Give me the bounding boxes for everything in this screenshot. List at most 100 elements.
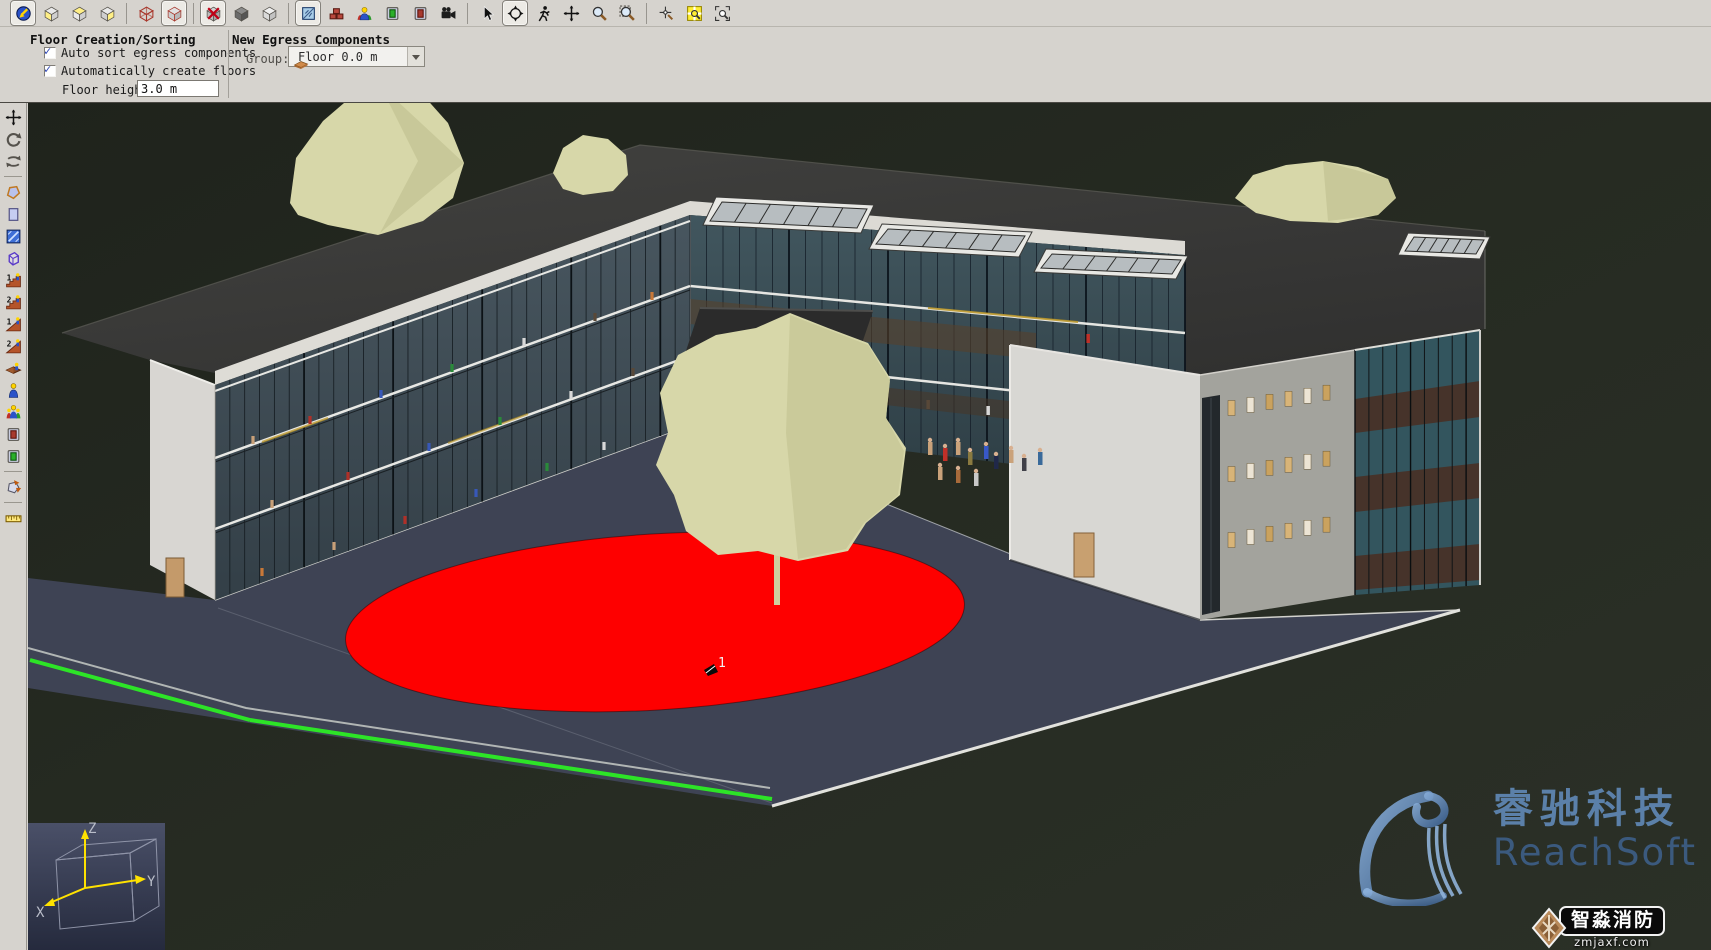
show-glass-button[interactable] [295, 0, 321, 26]
svg-text:1: 1 [6, 273, 11, 282]
wireframe-cube-icon [138, 5, 155, 22]
ramp-one-point-tool-button[interactable]: 1 [2, 313, 25, 335]
pan-view-button [2, 106, 25, 128]
measure-tool-button[interactable] [2, 507, 25, 529]
auto-sort-checkbox[interactable]: Auto sort egress components [44, 46, 256, 60]
toolbar-separator [193, 3, 194, 24]
show-occupants-button[interactable] [351, 0, 377, 26]
viewport-3d[interactable]: 1 [28, 103, 1711, 950]
toolbar-separator [4, 471, 22, 472]
show-doors-button[interactable] [407, 0, 433, 26]
camera-icon [440, 5, 457, 22]
floor-height-input[interactable] [137, 80, 219, 97]
runner-icon [535, 5, 552, 22]
toolbar-separator [646, 3, 647, 24]
axis-y-label: Y [147, 874, 156, 890]
scene-3d: 1 [28, 103, 1711, 950]
zoom-point-button[interactable] [653, 0, 679, 26]
exterior-door [166, 558, 184, 597]
combo-dropdown-arrow[interactable] [407, 47, 424, 66]
axis-x-label: X [36, 905, 45, 921]
top-toolbar [0, 0, 1711, 27]
solid-mode-button[interactable] [161, 0, 187, 26]
ribbon: Floor Creation/Sorting Auto sort egress … [0, 28, 1711, 103]
orbit-icon [507, 5, 524, 22]
occupant-region-icon [5, 360, 22, 377]
marker-label: 1 [718, 656, 726, 671]
ramp-1-icon: 1 [5, 316, 22, 333]
svg-text:2: 2 [6, 295, 11, 304]
group-combobox-value: Floor 0.0 m [298, 50, 377, 64]
show-dark-solid-button[interactable] [228, 0, 254, 26]
view-top-button[interactable] [66, 0, 92, 26]
svg-text:2: 2 [6, 339, 11, 348]
glass-pane-icon [300, 5, 317, 22]
spin-view-button [2, 150, 25, 172]
wireframe-mode-button[interactable] [133, 0, 159, 26]
pan-icon [5, 109, 22, 126]
stairs-one-point-tool-button[interactable]: 1 [2, 269, 25, 291]
polygon-room-tool-button[interactable] [2, 181, 25, 203]
door-tool-button[interactable] [2, 423, 25, 445]
zoom-extents-button[interactable] [709, 0, 735, 26]
show-exit-doors-button[interactable] [379, 0, 405, 26]
vendor-badge: 智淼消防 zmjaxf.com [1531, 906, 1665, 949]
zoom-box-tool-button[interactable] [614, 0, 640, 26]
people-icon [356, 5, 373, 22]
ramp-two-point-tool-button[interactable]: 2 [2, 335, 25, 357]
view-rotate-button[interactable] [10, 0, 36, 26]
rotate-arrow-icon [5, 131, 22, 148]
magnifier-box-icon [619, 5, 636, 22]
door-green-icon [384, 5, 401, 22]
view-front-button[interactable] [38, 0, 64, 26]
person-group-icon [5, 404, 22, 421]
toolbar-separator [4, 176, 22, 177]
pan-icon [563, 5, 580, 22]
thin-room-tool-button[interactable] [2, 225, 25, 247]
zoom-tool-button[interactable] [586, 0, 612, 26]
toolbar-separator [288, 3, 289, 24]
select-arrow-icon [479, 5, 496, 22]
grid-magnifier-yellow-icon [686, 5, 703, 22]
view-side-button[interactable] [94, 0, 120, 26]
auto-sort-checkbox-label: Auto sort egress components [61, 46, 256, 60]
extrude-tool-button[interactable] [2, 247, 25, 269]
auto-sort-checkbox-box[interactable] [44, 47, 56, 59]
show-light-solid-button[interactable] [256, 0, 282, 26]
toolbar-separator [467, 3, 468, 24]
egress-panel-title: New Egress Components [232, 32, 390, 47]
select-tool-button[interactable] [474, 0, 500, 26]
group-combobox[interactable]: Floor 0.0 m [288, 46, 425, 67]
show-obstructions-button[interactable] [323, 0, 349, 26]
walk-tool-button[interactable] [530, 0, 556, 26]
camera-views-button[interactable] [435, 0, 461, 26]
edit-vertices-tool-button[interactable] [2, 476, 25, 498]
exterior-door [1074, 533, 1094, 577]
exit-door-tool-button[interactable] [2, 445, 25, 467]
stairs-two-point-tool-button[interactable]: 2 [2, 291, 25, 313]
ribbon-separator [228, 30, 229, 98]
door-green-icon [5, 448, 22, 465]
vendor-badge-logo-icon [1531, 907, 1567, 949]
rectangle-room-tool-button[interactable] [2, 203, 25, 225]
orbit-tool-button[interactable] [502, 0, 528, 26]
auto-floors-checkbox-box[interactable] [44, 65, 56, 77]
view-rotate-icon [15, 5, 32, 22]
stairs-1-icon: 1 [5, 272, 22, 289]
occupant-region-tool-button[interactable] [2, 357, 25, 379]
door-red-icon [412, 5, 429, 22]
auto-floors-checkbox-label: Automatically create floors [61, 64, 256, 78]
prism-icon [5, 250, 22, 267]
hide-objects-button[interactable] [200, 0, 226, 26]
left-end-wall [150, 360, 215, 600]
occupant-tool-button[interactable] [2, 379, 25, 401]
cube-light-icon [261, 5, 278, 22]
pan-tool-button[interactable] [558, 0, 584, 26]
occupant-group-tool-button[interactable] [2, 401, 25, 423]
door-red-icon [5, 426, 22, 443]
edit-shape-icon [5, 479, 22, 496]
auto-floors-checkbox[interactable]: Automatically create floors [44, 64, 256, 78]
zoom-all-button[interactable] [681, 0, 707, 26]
view-front-icon [43, 5, 60, 22]
spin-arrows-icon [5, 153, 22, 170]
